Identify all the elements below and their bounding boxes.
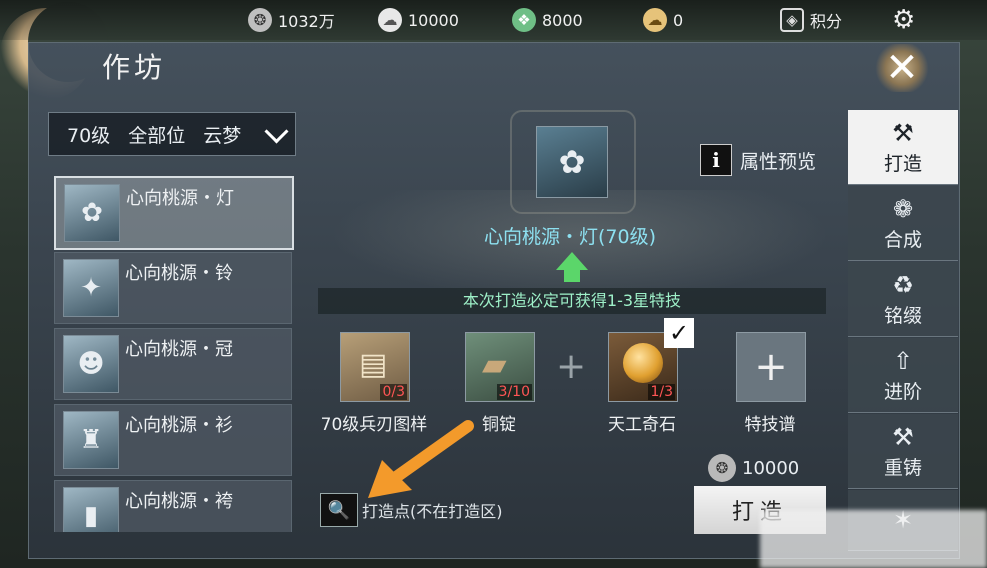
trousers-icon: ▮ bbox=[63, 487, 119, 532]
material-count: 0/3 bbox=[380, 384, 407, 400]
settings-button[interactable]: ⚙ bbox=[892, 5, 916, 35]
copper-coin-icon: ❂ bbox=[708, 454, 736, 482]
points-label: 积分 bbox=[810, 12, 843, 31]
material-slot-skill[interactable]: + bbox=[736, 332, 806, 402]
robe-icon: ♜ bbox=[63, 411, 119, 469]
list-item[interactable]: ✦ 心向桃源・铃 bbox=[54, 252, 292, 324]
orange-arrow-annotation bbox=[368, 420, 474, 498]
item-name: 心向桃源・铃 bbox=[125, 263, 233, 284]
currency-silver[interactable]: ☁ 10000 bbox=[378, 8, 459, 32]
material-label: 特技谱 bbox=[744, 415, 796, 435]
attribute-preview-label: 属性预览 bbox=[740, 150, 817, 173]
target-item-slot[interactable]: ✿ bbox=[536, 126, 608, 198]
side-tabs: ⚒ 打造 ❁ 合成 ♻ 铭缀 ⇧ 进阶 ⚒ 重铸 ✶ bbox=[848, 110, 958, 551]
silver-ingot-icon: ☁ bbox=[378, 8, 402, 32]
item-name: 心向桃源・灯 bbox=[126, 188, 234, 209]
material-slot-blueprint[interactable]: ▤ 0/3 bbox=[340, 332, 410, 402]
tab-inscribe[interactable]: ♻ 铭缀 bbox=[848, 262, 958, 337]
upgrade-arrow-stem bbox=[564, 268, 580, 282]
gear-icon: ⚙ bbox=[892, 5, 916, 35]
tab-advance[interactable]: ⇧ 进阶 bbox=[848, 338, 958, 413]
tab-label: 打造 bbox=[883, 152, 922, 175]
currency-gold[interactable]: ☁ 0 bbox=[643, 8, 683, 32]
list-item[interactable]: ☻ 心向桃源・冠 bbox=[54, 328, 292, 400]
copper-ingot-icon: ▰ bbox=[482, 345, 507, 383]
tab-synthesis[interactable]: ❁ 合成 bbox=[848, 186, 958, 261]
blueprint-book-icon: ▤ bbox=[359, 347, 388, 382]
material-count: 3/10 bbox=[496, 384, 532, 400]
add-slot-icon: + bbox=[754, 344, 788, 390]
tab-label: 铭缀 bbox=[883, 304, 922, 327]
item-list[interactable]: ✿ 心向桃源・灯 ✦ 心向桃源・铃 ☻ 心向桃源・冠 ♜ 心向桃源・衫 ▮ 心向… bbox=[50, 172, 294, 532]
filter-slot: 全部位 bbox=[128, 124, 186, 147]
filter-school: 云梦 bbox=[203, 124, 242, 147]
search-icon[interactable]: 🔍 bbox=[320, 493, 358, 527]
currency-jade[interactable]: ❖ 8000 bbox=[512, 8, 583, 32]
points-button[interactable]: ◈ 积分 bbox=[780, 8, 842, 32]
currency-silver-value: 10000 bbox=[408, 10, 459, 30]
hammer-icon: ⚒ bbox=[892, 422, 914, 451]
checkmark-icon: ✓ bbox=[664, 318, 694, 348]
item-name: 心向桃源・衫 bbox=[125, 415, 233, 436]
shield-icon: ◈ bbox=[780, 8, 804, 32]
page-title: 作坊 bbox=[102, 51, 167, 84]
currency-jade-value: 8000 bbox=[542, 10, 583, 30]
close-button[interactable]: ✕ bbox=[874, 44, 930, 92]
tab-label: 合成 bbox=[883, 228, 922, 251]
synthesis-icon: ❁ bbox=[892, 194, 914, 223]
recycle-icon: ♻ bbox=[892, 270, 914, 299]
jade-icon: ❖ bbox=[512, 8, 536, 32]
plus-icon: + bbox=[556, 346, 587, 387]
lantern-icon: ✿ bbox=[64, 184, 120, 242]
lantern-icon: ✿ bbox=[558, 143, 586, 181]
target-item-name: 心向桃源・灯(70级) bbox=[483, 226, 656, 248]
chevron-down-icon bbox=[264, 119, 289, 144]
copper-coin-icon: ❂ bbox=[248, 8, 272, 32]
watermark-blur bbox=[760, 510, 987, 568]
tab-recast[interactable]: ⚒ 重铸 bbox=[848, 414, 958, 489]
filter-dropdown[interactable]: 70级 全部位 云梦 bbox=[48, 112, 296, 156]
attribute-preview-button[interactable]: i 属性预览 bbox=[700, 144, 816, 176]
crown-portrait-icon: ☻ bbox=[63, 335, 119, 393]
info-icon: i bbox=[700, 144, 732, 176]
close-icon: ✕ bbox=[885, 45, 919, 91]
material-label: 天工奇石 bbox=[608, 415, 676, 435]
gold-ingot-icon: ☁ bbox=[643, 8, 667, 32]
currency-gold-value: 0 bbox=[673, 10, 684, 30]
currency-copper[interactable]: ❂ 1032万 bbox=[248, 8, 335, 32]
tab-forge[interactable]: ⚒ 打造 bbox=[848, 110, 958, 185]
tab-label: 重铸 bbox=[883, 456, 922, 479]
filter-level: 70级 bbox=[67, 124, 111, 147]
forge-banner: 本次打造必定可获得1-3星特技 bbox=[318, 288, 826, 314]
forge-cost-value: 10000 bbox=[742, 457, 800, 479]
item-name: 心向桃源・袴 bbox=[125, 491, 233, 512]
bell-icon: ✦ bbox=[63, 259, 119, 317]
list-item[interactable]: ✿ 心向桃源・灯 bbox=[54, 176, 294, 250]
magic-stone-icon bbox=[623, 343, 663, 383]
currency-copper-value: 1032万 bbox=[278, 12, 335, 31]
material-slot-copper[interactable]: ▰ 3/10 bbox=[465, 332, 535, 402]
currency-bar: ❂ 1032万 ☁ 10000 ❖ 8000 ☁ 0 ◈ 积分 ⚙ bbox=[0, 0, 987, 40]
anvil-icon: ⚒ bbox=[892, 118, 914, 147]
forge-cost: ❂ 10000 bbox=[708, 454, 799, 482]
list-item[interactable]: ▮ 心向桃源・袴 bbox=[54, 480, 292, 532]
upgrade-icon: ⇧ bbox=[892, 346, 914, 375]
tab-label: 进阶 bbox=[883, 380, 922, 403]
material-count: 1/3 bbox=[648, 384, 675, 400]
list-item[interactable]: ♜ 心向桃源・衫 bbox=[54, 404, 292, 476]
item-name: 心向桃源・冠 bbox=[125, 339, 233, 360]
